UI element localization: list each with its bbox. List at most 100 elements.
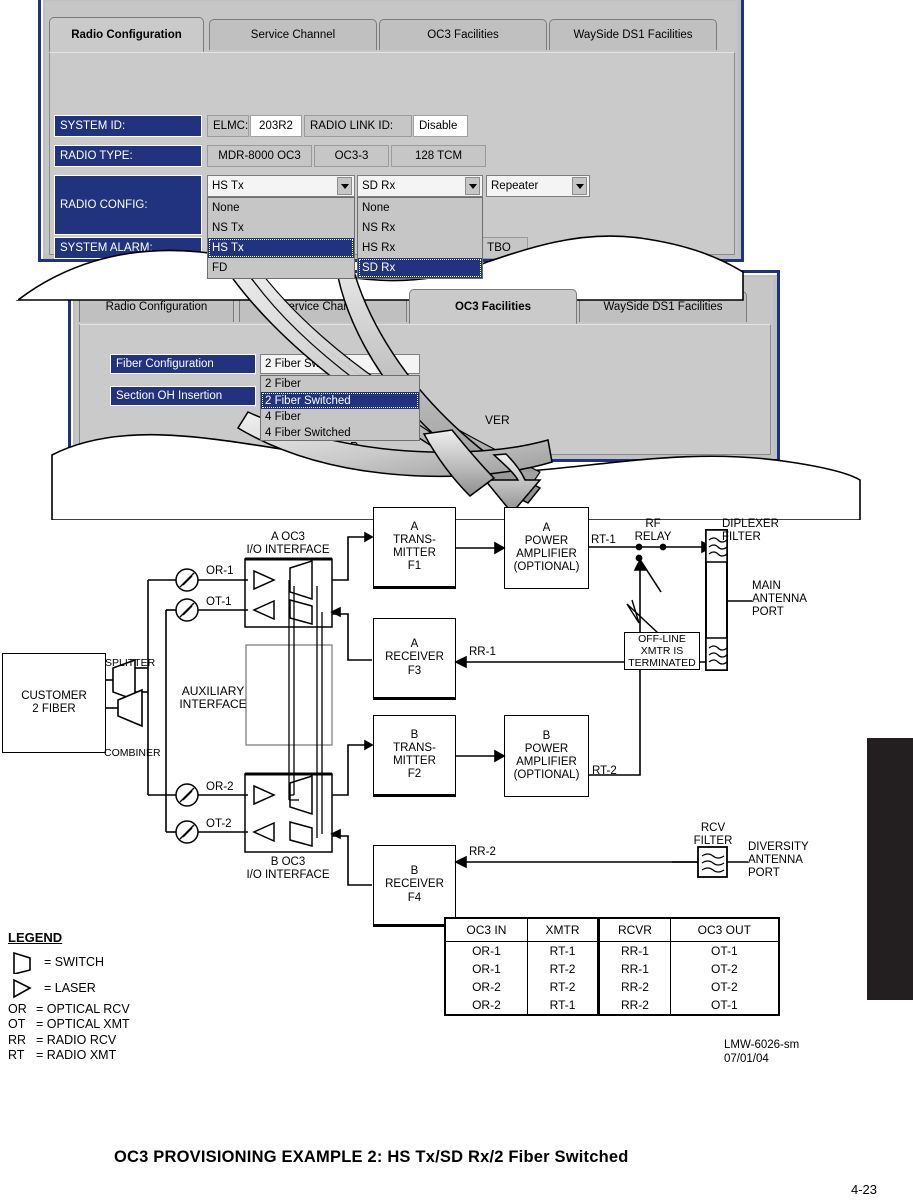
ot1-label: OT-1 (206, 596, 232, 608)
radio-link-id-value-field[interactable]: Disable (413, 115, 468, 137)
splitter-label: SPLITTER (105, 657, 156, 669)
b-oc3-io-interface-label: B OC3 I/O INTERFACE (246, 856, 330, 881)
tab-service-channel[interactable]: Service Channel (239, 291, 407, 322)
occluded-label-b: B (350, 439, 359, 454)
dropdown-option[interactable]: 2 Fiber (261, 376, 419, 392)
table-row: OR-2 RT-1 RR-2 OT-1 (443, 996, 780, 1016)
b-transmitter-box: B TRANS- MITTER F2 (373, 715, 456, 797)
system-alarm-label: SYSTEM ALARM: (54, 237, 202, 259)
combo-value: HS Tx (212, 180, 244, 192)
dropdown-option[interactable]: FD (208, 258, 354, 278)
column-header: RCVR (597, 917, 671, 942)
table-header-row: OC3 IN XMTR RCVR OC3 OUT (443, 917, 780, 942)
tab-wayside-ds1-facilities[interactable]: WaySide DS1 Facilities (579, 291, 747, 322)
occluded-power-text: VER (485, 413, 510, 427)
legend-label: = SWITCH (44, 955, 105, 969)
radio-config-rx-combobox[interactable]: SD Rx (357, 175, 483, 197)
tab-oc3-facilities[interactable]: OC3 Facilities (409, 289, 577, 324)
table-cell: OR-2 (443, 978, 528, 996)
table-cell: RT-2 (526, 978, 600, 996)
tab-label: OC3 Facilities (427, 29, 499, 41)
tab-radio-configuration[interactable]: Radio Configuration (49, 17, 204, 52)
legend-title: LEGEND (8, 930, 63, 945)
combo-value: Repeater (491, 180, 539, 192)
dropdown-option[interactable]: NS Rx (358, 218, 482, 238)
tab-label: WaySide DS1 Facilities (603, 301, 723, 313)
legend-abbr: OR (8, 1001, 27, 1016)
rcv-filter-label: RCV FILTER (693, 822, 733, 847)
tab-radio-configuration[interactable]: Radio Configuration (79, 291, 234, 322)
dropdown-option[interactable]: HS Rx (358, 238, 482, 258)
elmc-value-field[interactable]: 203R2 (250, 115, 302, 137)
figure-caption: OC3 PROVISIONING EXAMPLE 2: HS Tx/SD Rx/… (114, 1148, 629, 1166)
a-transmitter-box: A TRANS- MITTER F1 (373, 507, 456, 589)
tab-wayside-ds1-facilities[interactable]: WaySide DS1 Facilities (549, 19, 717, 50)
radio-type-model-field: MDR-8000 OC3 (207, 145, 312, 167)
table-cell: OR-1 (443, 960, 528, 978)
radio-config-label: RADIO CONFIG: (54, 175, 202, 235)
legend-label: = LASER (44, 981, 96, 995)
table-cell: RT-1 (526, 941, 600, 960)
dropdown-option-selected[interactable]: 2 Fiber Switched (261, 392, 419, 409)
dropdown-option[interactable]: NS Tx (208, 218, 354, 238)
legend-label: = RADIO XMT (36, 1048, 117, 1063)
legend-row-switch: = SWITCH (8, 949, 198, 975)
rt1-label: RT-1 (591, 534, 616, 546)
elmc-label: ELMC: (207, 115, 249, 137)
column-header: OC3 OUT (669, 917, 780, 942)
combo-value: 2 Fiber Switched (265, 358, 351, 370)
callout-arrow-head (483, 453, 542, 515)
laser-symbol-icon (13, 978, 32, 999)
radio-config-rx-dropdown[interactable]: None NS Rx HS Rx SD Rx (357, 197, 483, 279)
tab-service-channel[interactable]: Service Channel (209, 19, 377, 50)
oc3-facilities-window: Radio Configuration Service Channel OC3 … (68, 270, 780, 462)
b-receiver-box: B RECEIVER F4 (373, 845, 456, 927)
legend-label: = OPTICAL XMT (36, 1017, 130, 1032)
dropdown-option[interactable]: None (208, 198, 354, 218)
column-header: XMTR (526, 917, 600, 942)
tab-label: OC3 Facilities (454, 300, 532, 313)
dropdown-option[interactable]: None (358, 198, 482, 218)
page-number: 4-23 (850, 1182, 877, 1197)
table-row: OR-1 RT-2 RR-1 OT-2 (443, 960, 780, 978)
fiber-configuration-dropdown[interactable]: 2 Fiber 2 Fiber Switched 4 Fiber 4 Fiber… (260, 375, 420, 441)
panel1-tabstrip: Radio Configuration Service Channel OC3 … (49, 17, 735, 52)
diplexer-filter-label: DIPLEXER FILTER (722, 518, 779, 543)
legend-label: = OPTICAL RCV (36, 1001, 130, 1016)
diversity-antenna-port-label: DIVERSITY ANTENNA PORT (748, 841, 809, 879)
dropdown-option-selected[interactable]: SD Rx (358, 258, 482, 278)
radio-config-repeater-combobox[interactable]: Repeater (486, 175, 590, 197)
or1-label: OR-1 (206, 565, 234, 577)
a-receiver-box: A RECEIVER F3 (373, 618, 456, 700)
radio-config-tx-combobox[interactable]: HS Tx (207, 175, 355, 197)
document-id: LMW-6026-sm 07/01/04 (724, 1039, 800, 1066)
tab-label: Radio Configuration (105, 301, 208, 313)
system-id-label: SYSTEM ID: (54, 115, 202, 137)
tab-label: WaySide DS1 Facilities (573, 29, 693, 41)
chevron-down-icon[interactable] (572, 177, 587, 195)
legend-row-rt: RT = RADIO XMT (8, 1048, 198, 1064)
a-power-amplifier-box: A POWER AMPLIFIER (OPTIONAL) (504, 507, 589, 589)
rf-relay-label: RF RELAY (634, 518, 672, 543)
radio-type-label: RADIO TYPE: (54, 145, 202, 167)
column-header: OC3 IN (443, 917, 528, 942)
rt2-label: RT-2 (592, 765, 617, 777)
legend: LEGEND = SWITCH = LASER OR = OPTICAL RCV… (8, 930, 198, 1063)
combo-value: SD Rx (362, 180, 396, 192)
fiber-configuration-combobox[interactable]: 2 Fiber Switched (260, 354, 420, 374)
dropdown-option[interactable]: 4 Fiber (261, 409, 419, 425)
radio-config-tx-dropdown[interactable]: None NS Tx HS Tx FD (207, 197, 355, 279)
dropdown-option[interactable]: 4 Fiber Switched (261, 425, 419, 441)
radio-configuration-window: Radio Configuration Service Channel OC3 … (38, 0, 744, 279)
chevron-down-icon[interactable] (465, 177, 480, 195)
chevron-down-icon[interactable] (337, 177, 352, 195)
tab-oc3-facilities[interactable]: OC3 Facilities (379, 19, 547, 50)
tab-label: Service Channel (280, 301, 366, 313)
radio-type-modulation-field: 128 TCM (391, 145, 486, 167)
table-cell: OT-2 (669, 978, 780, 996)
dropdown-option-selected[interactable]: HS Tx (208, 238, 354, 258)
offline-xmtr-note: OFF-LINE XMTR IS TERMINATED (624, 632, 700, 670)
auxiliary-interface-label: AUXILIARY INTERFACE (179, 684, 247, 712)
table-cell: OT-1 (669, 941, 780, 960)
table-cell: OT-2 (669, 960, 780, 978)
